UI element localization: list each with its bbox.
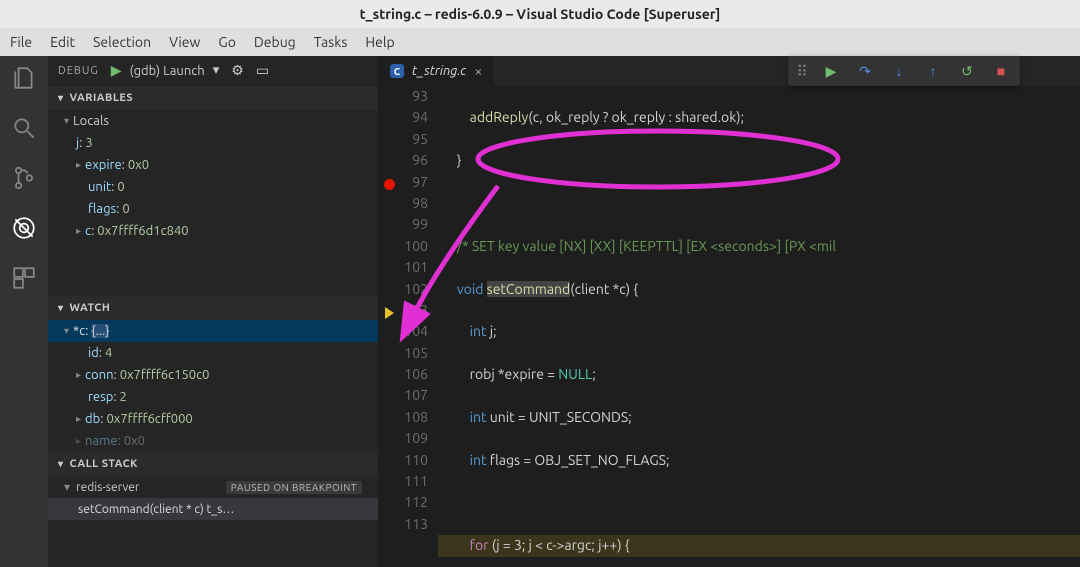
debug-icon[interactable]: [10, 214, 38, 242]
debug-sidebar: DEBUG ▶ (gdb) Launch ▾ ⚙ ▭ ▾ VARIABLES ▾…: [48, 56, 378, 567]
chevron-down-icon: ▾: [58, 92, 64, 104]
paused-badge: PAUSED ON BREAKPOINT: [226, 481, 362, 494]
menu-file[interactable]: File: [10, 34, 32, 50]
watch-id[interactable]: id: 4: [48, 342, 378, 364]
menu-edit[interactable]: Edit: [50, 34, 75, 50]
gutter: 9394959697989910010110210310410510610710…: [378, 86, 438, 567]
chevron-right-icon: ▸: [76, 369, 81, 381]
variables-section[interactable]: ▾ VARIABLES: [48, 86, 378, 110]
c-file-icon: C: [390, 64, 404, 78]
watch-conn[interactable]: ▸conn: 0x7ffff6c150c0: [48, 364, 378, 386]
chevron-down-icon: ▾: [58, 458, 64, 470]
menu-go[interactable]: Go: [218, 34, 235, 50]
launch-config-name: (gdb) Launch: [130, 64, 205, 78]
search-icon[interactable]: [10, 114, 38, 142]
chevron-right-icon: ▸: [76, 225, 81, 237]
window-titlebar: t_string.c – redis-6.0.9 – Visual Studio…: [0, 0, 1080, 28]
chevron-down-icon: ▾: [58, 302, 64, 314]
debug-console-icon[interactable]: ▭: [256, 62, 269, 79]
gear-icon[interactable]: ⚙: [231, 62, 244, 79]
menubar: File Edit Selection View Go Debug Tasks …: [0, 28, 1080, 56]
extensions-icon[interactable]: [10, 264, 38, 292]
tab-tstring[interactable]: C t_string.c ×: [378, 56, 495, 86]
breakpoint-icon[interactable]: [384, 179, 395, 190]
chevron-right-icon: ▸: [76, 413, 81, 425]
local-expire[interactable]: ▸expire: 0x0: [48, 154, 378, 176]
launch-config-select[interactable]: ▶ (gdb) Launch ▾: [111, 62, 220, 79]
watch-db[interactable]: ▸db: 0x7ffff6cff000: [48, 408, 378, 430]
process-name: redis-server: [76, 481, 139, 494]
stop-button[interactable]: ■: [990, 60, 1012, 82]
line-numbers: 9394959697989910010110210310410510610710…: [400, 86, 438, 567]
drag-handle-icon[interactable]: ⠿: [796, 62, 808, 81]
continue-button[interactable]: ▶: [820, 60, 842, 82]
debug-header: DEBUG ▶ (gdb) Launch ▾ ⚙ ▭: [48, 56, 378, 86]
step-out-button[interactable]: ↑: [922, 60, 944, 82]
local-c[interactable]: ▸c: 0x7ffff6d1c840: [48, 220, 378, 242]
source-control-icon[interactable]: [10, 164, 38, 192]
watch-c[interactable]: ▾*c: {...}: [48, 320, 378, 342]
step-over-button[interactable]: ↷: [854, 60, 876, 82]
callstack-process[interactable]: ▾ redis-server PAUSED ON BREAKPOINT: [48, 476, 378, 498]
debug-toolbar[interactable]: ⠿ ▶ ↷ ↓ ↑ ↺ ■: [788, 56, 1020, 86]
locals-group[interactable]: ▾ Locals: [48, 110, 378, 132]
files-icon[interactable]: [10, 64, 38, 92]
watch-title: WATCH: [70, 302, 111, 314]
chevron-right-icon: ▸: [76, 435, 81, 447]
watch-resp[interactable]: resp: 2: [48, 386, 378, 408]
start-debug-icon[interactable]: ▶: [111, 62, 122, 79]
callstack-title: CALL STACK: [70, 458, 138, 470]
tab-title: t_string.c: [412, 64, 466, 78]
menu-debug[interactable]: Debug: [254, 34, 296, 50]
breakpoint-gutter[interactable]: [378, 86, 400, 567]
local-j[interactable]: j: 3: [48, 132, 378, 154]
local-flags[interactable]: flags: 0: [48, 198, 378, 220]
chevron-down-icon: ▾: [64, 325, 69, 337]
menu-help[interactable]: Help: [365, 34, 394, 50]
restart-button[interactable]: ↺: [956, 60, 978, 82]
menu-view[interactable]: View: [169, 34, 200, 50]
callstack-frame[interactable]: setCommand(client * c) t_s…: [48, 498, 378, 520]
activity-bar: [0, 56, 48, 567]
execution-pointer-icon: [385, 307, 394, 319]
chevron-down-icon: ▾: [64, 480, 70, 494]
watch-name[interactable]: ▸name: 0x0: [48, 430, 378, 452]
window-title: t_string.c – redis-6.0.9 – Visual Studio…: [360, 6, 721, 22]
editor-area: C t_string.c × ⠿ ▶ ↷ ↓ ↑ ↺ ■: [378, 56, 1080, 567]
chevron-down-icon[interactable]: ▾: [213, 63, 220, 78]
callstack-section[interactable]: ▾ CALL STACK: [48, 452, 378, 476]
menu-selection[interactable]: Selection: [93, 34, 151, 50]
debug-label: DEBUG: [58, 65, 99, 77]
chevron-down-icon: ▾: [64, 115, 69, 127]
close-icon[interactable]: ×: [474, 63, 482, 79]
watch-section[interactable]: ▾ WATCH: [48, 296, 378, 320]
local-unit[interactable]: unit: 0: [48, 176, 378, 198]
step-into-button[interactable]: ↓: [888, 60, 910, 82]
menu-tasks[interactable]: Tasks: [314, 34, 348, 50]
code-area[interactable]: 9394959697989910010110210310410510610710…: [378, 86, 1080, 567]
code-body[interactable]: addReply(c, ok_reply ? ok_reply : shared…: [438, 86, 1080, 567]
chevron-right-icon: ▸: [76, 159, 81, 171]
variables-title: VARIABLES: [70, 92, 134, 104]
